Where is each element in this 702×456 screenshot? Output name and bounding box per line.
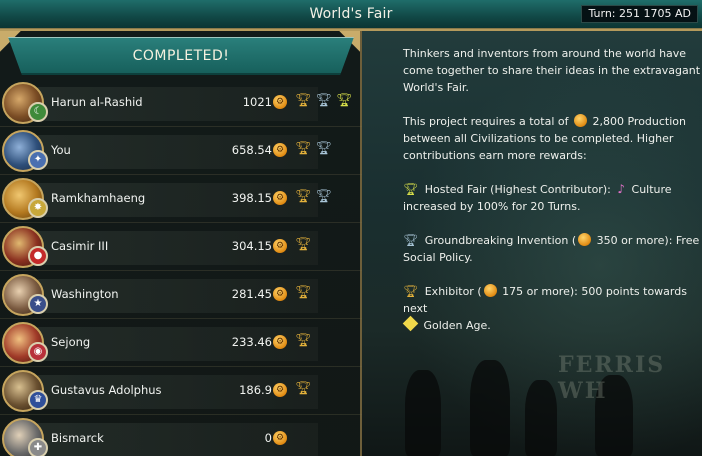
ferris-wheel-sign: FERRIS WH bbox=[558, 352, 666, 404]
hosted-trophy-icon: 🏆︎ bbox=[403, 182, 419, 196]
contributor-row[interactable]: ✦ You 658.54 ⚙ 🏆︎ 🏆︎ bbox=[0, 127, 362, 175]
exhibitor-trophy-icon: 🏆︎ bbox=[295, 285, 312, 300]
contributor-row[interactable]: ✚ Bismarck 0 ⚙ bbox=[0, 415, 362, 456]
civ-emblem-icon: ✚ bbox=[28, 438, 48, 456]
hosted-fair-reward: 🏆︎ Hosted Fair (Highest Contributor): ♪ … bbox=[403, 182, 672, 213]
civ-emblem-icon: ☾ bbox=[28, 102, 48, 122]
invention-trophy-icon: 🏆︎ bbox=[315, 141, 333, 156]
exhibitor-reward: 🏆︎ Exhibitor ( 175 or more): 500 points … bbox=[402, 284, 687, 332]
reward-trophies: 🏆︎ 🏆︎ 🏆︎ bbox=[295, 92, 353, 110]
scene-figure bbox=[405, 370, 441, 456]
contributor-row[interactable]: ◉ Sejong 233.46 ⚙ 🏆︎ bbox=[0, 319, 362, 367]
leader-name: Gustavus Adolphus bbox=[51, 383, 162, 397]
groundbreaking-reward: 🏆︎ Groundbreaking Invention ( 350 or mor… bbox=[403, 233, 700, 264]
production-icon: ⚙ bbox=[273, 431, 287, 445]
leader-name: Bismarck bbox=[51, 431, 104, 445]
contributor-row[interactable]: ☾ Harun al-Rashid 1021 ⚙ 🏆︎ 🏆︎ 🏆︎ bbox=[0, 79, 362, 127]
leader-name: Sejong bbox=[51, 335, 91, 349]
exhibitor-trophy-icon: 🏆︎ bbox=[295, 237, 312, 252]
exhibitor-trophy-icon: 🏆︎ bbox=[295, 333, 312, 348]
scene-figure bbox=[470, 360, 510, 456]
production-icon bbox=[483, 284, 497, 297]
reward-trophies: 🏆︎ bbox=[295, 284, 312, 302]
contributor-row[interactable]: ✸ Ramkhamhaeng 398.15 ⚙ 🏆︎ 🏆︎ bbox=[0, 175, 362, 223]
contribution-score: 1021 bbox=[242, 95, 272, 109]
exhibitor-trophy-icon: 🏆︎ bbox=[295, 93, 312, 108]
reward-trophies: 🏆︎ 🏆︎ bbox=[295, 140, 332, 158]
intro-text: Thinkers and inventors from around the w… bbox=[403, 47, 701, 94]
invention-trophy-icon: 🏆︎ bbox=[315, 93, 333, 108]
golden-age-icon bbox=[402, 315, 419, 332]
contributors-panel: COMPLETED! ☾ Harun al-Rashid 1021 ⚙ 🏆︎ 🏆… bbox=[0, 31, 362, 456]
title-bar: World's Fair Turn: 251 1705 AD bbox=[0, 0, 702, 29]
production-icon: ⚙ bbox=[273, 239, 287, 253]
contribution-score: 398.15 bbox=[231, 191, 272, 205]
production-icon: ⚙ bbox=[273, 191, 287, 205]
civ-emblem-icon: ● bbox=[28, 246, 48, 266]
contribution-score: 658.54 bbox=[231, 143, 272, 157]
production-icon: ⚙ bbox=[273, 383, 287, 397]
culture-icon: ♪ bbox=[617, 182, 626, 196]
exhibitor-trophy-icon: 🏆︎ bbox=[295, 141, 312, 156]
reward-trophies: 🏆︎ bbox=[295, 380, 312, 398]
contribution-score: 304.15 bbox=[231, 239, 272, 253]
requirement-text: This project requires a total of 2,800 P… bbox=[403, 114, 686, 162]
scene-figure bbox=[525, 380, 557, 456]
banner-label: COMPLETED! bbox=[132, 48, 230, 64]
production-icon bbox=[573, 114, 587, 127]
reward-trophies: 🏆︎ bbox=[295, 236, 312, 254]
exhibitor-trophy-icon: 🏆︎ bbox=[295, 381, 312, 396]
reward-trophies: 🏆︎ 🏆︎ bbox=[295, 188, 332, 206]
contribution-score: 0 bbox=[264, 431, 272, 445]
invention-trophy-icon: 🏆︎ bbox=[403, 233, 419, 247]
civ-emblem-icon: ✦ bbox=[28, 150, 48, 170]
invention-trophy-icon: 🏆︎ bbox=[315, 189, 333, 204]
civ-emblem-icon: ♛ bbox=[28, 390, 48, 410]
leader-name: Casimir III bbox=[51, 239, 109, 253]
turn-indicator: Turn: 251 1705 AD bbox=[581, 5, 698, 23]
contributor-row[interactable]: ♛ Gustavus Adolphus 186.9 ⚙ 🏆︎ bbox=[0, 367, 362, 415]
contributor-row[interactable]: ★ Washington 281.45 ⚙ 🏆︎ bbox=[0, 271, 362, 319]
production-icon: ⚙ bbox=[273, 143, 287, 157]
leader-name: Washington bbox=[51, 287, 119, 301]
completed-banner: COMPLETED! bbox=[8, 37, 354, 75]
contribution-score: 186.9 bbox=[239, 383, 272, 397]
leader-name: Ramkhamhaeng bbox=[51, 191, 146, 205]
production-icon: ⚙ bbox=[273, 95, 287, 109]
leader-name: You bbox=[51, 143, 71, 157]
contributor-list: ☾ Harun al-Rashid 1021 ⚙ 🏆︎ 🏆︎ 🏆︎ ✦ You … bbox=[0, 79, 362, 456]
hosted-trophy-icon: 🏆︎ bbox=[336, 93, 353, 108]
exhibitor-trophy-icon: 🏆︎ bbox=[403, 284, 419, 298]
production-icon bbox=[578, 233, 592, 246]
civ-emblem-icon: ◉ bbox=[28, 342, 48, 362]
leader-name: Harun al-Rashid bbox=[51, 95, 143, 109]
contribution-score: 233.46 bbox=[231, 335, 272, 349]
contributor-row[interactable]: ● Casimir III 304.15 ⚙ 🏆︎ bbox=[0, 223, 362, 271]
civ-emblem-icon: ★ bbox=[28, 294, 48, 314]
production-icon: ⚙ bbox=[273, 287, 287, 301]
production-icon: ⚙ bbox=[273, 335, 287, 349]
project-description: Thinkers and inventors from around the w… bbox=[402, 45, 701, 351]
reward-trophies: 🏆︎ bbox=[295, 332, 312, 350]
contribution-score: 281.45 bbox=[231, 287, 272, 301]
civ-emblem-icon: ✸ bbox=[28, 198, 48, 218]
exhibitor-trophy-icon: 🏆︎ bbox=[295, 189, 312, 204]
